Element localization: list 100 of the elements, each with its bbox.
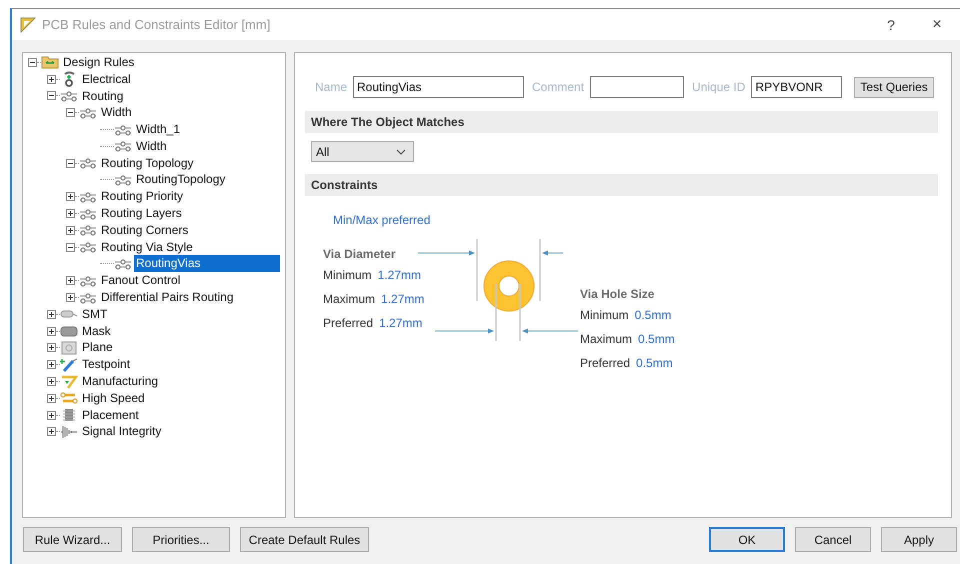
expander-icon[interactable]: [66, 226, 75, 235]
constraint-label: Preferred: [323, 316, 374, 330]
rule-icon: [79, 157, 97, 170]
traces-icon: [60, 391, 78, 406]
expander-icon[interactable]: [66, 108, 75, 118]
dialog-button[interactable]: Rule Wizard...: [23, 527, 122, 552]
constraint-value[interactable]: 0.5mm: [634, 308, 672, 322]
rule-icon: [79, 274, 97, 287]
rule-icon: [114, 258, 132, 270]
expander-icon[interactable]: [66, 276, 75, 286]
tree-item[interactable]: Width: [134, 138, 169, 155]
tree-item[interactable]: Signal Integrity: [80, 423, 164, 440]
expander-icon[interactable]: [47, 310, 56, 319]
expander-icon[interactable]: [66, 242, 75, 252]
tree-item[interactable]: Width: [99, 104, 134, 122]
dialog-button[interactable]: Apply: [881, 527, 957, 552]
pad-icon: [60, 308, 78, 320]
expander-icon[interactable]: [47, 360, 56, 370]
rule-icon: [79, 241, 97, 254]
seven-shape-icon: [60, 374, 78, 389]
via-drawing: [484, 260, 534, 312]
name-label: Name: [315, 80, 348, 94]
dialog-button[interactable]: Priorities...: [132, 527, 230, 552]
tree-item[interactable]: Routing Priority: [99, 188, 186, 206]
dialog-button[interactable]: Create Default Rules: [240, 527, 369, 552]
constraint-value[interactable]: 0.5mm: [638, 332, 675, 346]
unique-id-label: Unique ID: [692, 80, 746, 94]
chevron-icon: [396, 148, 406, 154]
expander-icon[interactable]: [28, 58, 37, 67]
tree-item[interactable]: Design Rules: [61, 54, 136, 71]
tree-item[interactable]: Plane: [80, 339, 115, 356]
comment-field[interactable]: [590, 76, 684, 98]
tree-item[interactable]: Routing: [80, 88, 126, 104]
tree-item[interactable]: Routing Corners: [99, 222, 190, 239]
rule-icon: [79, 208, 97, 220]
tree-item[interactable]: Mask: [80, 322, 113, 340]
expander-icon[interactable]: [47, 74, 56, 84]
tree-item[interactable]: RoutingTopology: [134, 171, 228, 188]
tree-item[interactable]: Routing Via Style: [99, 238, 195, 256]
rule-icon: [114, 174, 132, 186]
comment-label: Comment: [532, 80, 584, 94]
rule-icon: [60, 90, 78, 102]
rule-icon: [79, 106, 97, 119]
tree-item[interactable]: Testpoint: [80, 356, 132, 374]
expander-icon[interactable]: [47, 427, 56, 436]
expander-icon[interactable]: [47, 410, 56, 420]
help-button[interactable]: ?: [868, 16, 914, 32]
window-title: PCB Rules and Constraints Editor [mm]: [42, 17, 272, 32]
constraint-label: Minimum: [323, 268, 372, 282]
tree-item[interactable]: High Speed: [80, 390, 147, 407]
rule-icon: [79, 292, 97, 304]
folder-icon: [41, 55, 59, 70]
constraint-label: Preferred: [580, 356, 630, 370]
rule-icon: [114, 124, 132, 136]
tree-item[interactable]: Electrical: [80, 70, 133, 88]
constraint-label: Minimum: [580, 308, 629, 322]
expander-icon[interactable]: [66, 293, 75, 302]
probe-icon: [60, 358, 78, 372]
waveform-icon: [60, 424, 78, 439]
expander-icon[interactable]: [47, 91, 56, 100]
expander-icon[interactable]: [66, 192, 75, 202]
expander-icon[interactable]: [66, 209, 75, 218]
rule-icon: [114, 140, 132, 152]
mask-icon: [60, 325, 78, 338]
tree-item[interactable]: Width_1: [134, 121, 182, 138]
ruler-icon: [20, 16, 36, 32]
tree-item[interactable]: RoutingVias: [134, 255, 280, 272]
expander-icon[interactable]: [47, 377, 56, 386]
rule-icon: [79, 224, 97, 236]
constraint-value[interactable]: 1.27mm: [381, 292, 424, 306]
tree-item[interactable]: Fanout Control: [99, 272, 182, 290]
constraint-label: Maximum: [580, 332, 632, 346]
expander-icon[interactable]: [47, 343, 56, 352]
tree-item[interactable]: Differential Pairs Routing: [99, 289, 236, 306]
tree-item[interactable]: Routing Topology: [99, 154, 196, 172]
section-header: Constraints: [305, 174, 938, 196]
tree-item[interactable]: Manufacturing: [80, 373, 160, 390]
constraint-value[interactable]: 1.27mm: [378, 268, 422, 282]
expander-icon[interactable]: [66, 158, 75, 168]
unique-id-field[interactable]: RPYBVONR: [751, 76, 842, 98]
mode-link[interactable]: Min/Max preferred: [333, 213, 430, 227]
dialog-button[interactable]: Cancel: [795, 527, 871, 552]
tree-item[interactable]: Placement: [80, 406, 141, 424]
constraint-value[interactable]: 0.5mm: [636, 356, 673, 370]
match-dropdown[interactable]: All: [311, 141, 414, 162]
tree-item[interactable]: SMT: [80, 306, 110, 323]
expander-icon[interactable]: [47, 394, 56, 403]
test-queries-button[interactable]: Test Queries: [854, 76, 934, 98]
constraint-value[interactable]: 1.27mm: [379, 316, 422, 330]
section-header: Where The Object Matches: [305, 111, 938, 133]
plane-icon: [60, 340, 78, 355]
constraint-label: Maximum: [323, 292, 376, 306]
chip-icon: [60, 408, 78, 422]
dialog-button[interactable]: OK: [709, 527, 785, 552]
tree-item[interactable]: Routing Layers: [99, 205, 184, 222]
expander-icon[interactable]: [47, 326, 56, 336]
name-field[interactable]: RoutingVias: [353, 76, 524, 98]
via-diameter-title: Via Diameter: [323, 246, 396, 263]
close-button[interactable]: ×: [914, 16, 960, 34]
rule-icon: [79, 190, 97, 203]
